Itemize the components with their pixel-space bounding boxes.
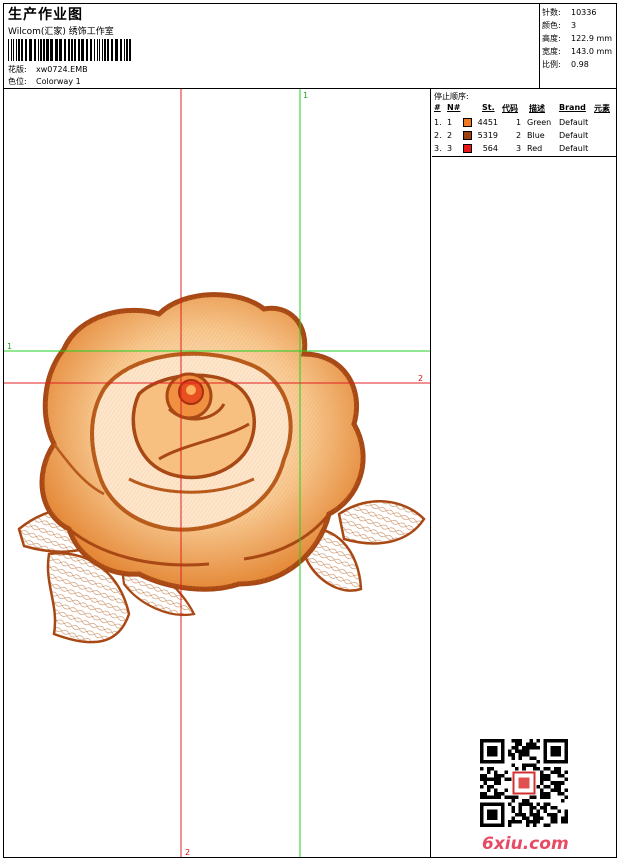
color-swatch — [463, 118, 472, 127]
red-vertical-guide-label: 2 — [185, 848, 190, 857]
guide-lines: 1 1 2 2 — [4, 89, 430, 857]
table-row: 1. 1 4451 1 Green Default — [434, 118, 589, 127]
colorway-label: 色位: — [8, 77, 27, 86]
stats-panel: 针数: 10336 颜色: 3 高度: 122.9 mm 宽度: 143.0 mm 比例… — [539, 4, 616, 89]
color-swatch — [463, 144, 472, 153]
stop-sequence-header: # N# St. 代码 描述 Brand 元素 — [432, 103, 616, 115]
stat-scale: 比例: 0.98 — [542, 60, 589, 69]
stop-sequence-title: 停止顺序: — [434, 92, 469, 101]
col-needle: N# — [447, 103, 461, 112]
stat-height: 高度: 122.9 mm — [542, 34, 613, 43]
green-vertical-guide-label: 1 — [303, 91, 308, 100]
table-row: 2. 2 5319 2 Blue Default — [434, 131, 589, 140]
stat-colors: 颜色: 3 — [542, 21, 577, 30]
col-index: # — [434, 103, 441, 112]
col-brand: Brand — [559, 103, 586, 112]
design-file-line: 花版: xw0724.EMB — [8, 64, 88, 75]
green-horizontal-guide-label: 1 — [7, 342, 12, 351]
stat-width: 宽度: 143.0 mm — [542, 47, 613, 56]
stat-stitches: 针数: 10336 — [542, 8, 597, 17]
qr-code-icon — [480, 739, 568, 827]
barcode-icon — [8, 39, 131, 61]
stop-sequence-panel: 停止顺序: # N# St. 代码 描述 Brand 元素 1. 1 4451 … — [432, 89, 616, 157]
production-sheet: 生产作业图 Wilcom(汇家) 绣饰工作室 花版: xw0724.EMB 色位:… — [3, 3, 617, 858]
col-desc: 描述 — [529, 104, 545, 113]
colorway-line: 色位: Colorway 1 — [8, 76, 81, 87]
red-horizontal-guide-label: 2 — [418, 374, 423, 383]
header: 生产作业图 Wilcom(汇家) 绣饰工作室 花版: xw0724.EMB 色位:… — [4, 4, 616, 89]
table-row: 3. 3 564 3 Red Default — [434, 144, 589, 153]
col-code: 代码 — [502, 104, 518, 113]
colorway-value: Colorway 1 — [36, 77, 81, 86]
color-swatch — [463, 131, 472, 140]
col-element: 元素 — [594, 104, 610, 113]
col-stitches: St. — [482, 103, 495, 112]
design-file-name: xw0724.EMB — [36, 65, 88, 74]
company-name: Wilcom(汇家) 绣饰工作室 — [8, 27, 114, 37]
design-canvas: 1 1 2 2 — [4, 89, 431, 857]
sheet-title: 生产作业图 — [8, 7, 83, 23]
design-label: 花版: — [8, 65, 27, 74]
watermark-logo: 6xiu.com — [482, 834, 569, 854]
